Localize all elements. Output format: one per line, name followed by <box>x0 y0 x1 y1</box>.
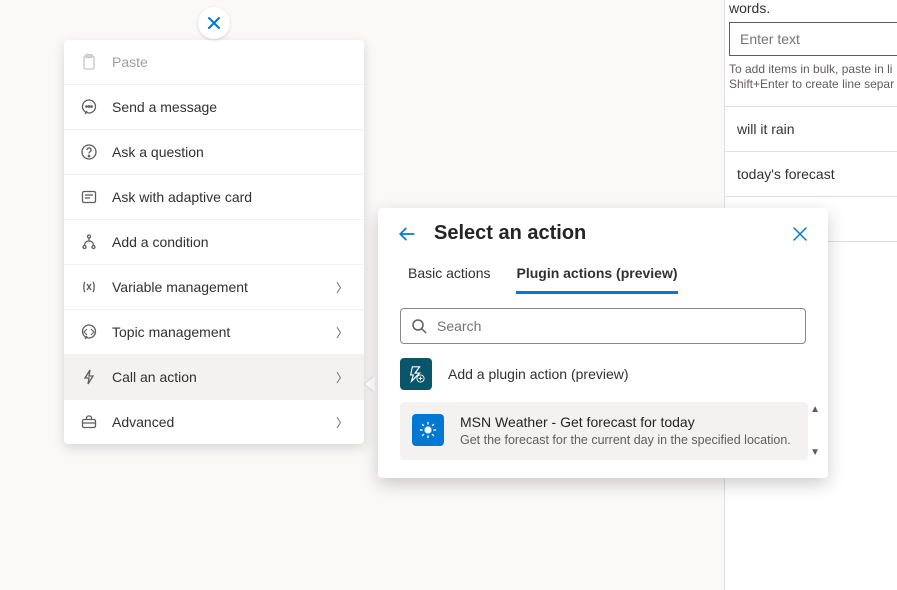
plugin-item-msn-weather[interactable]: MSN Weather - Get forecast for today Get… <box>400 402 808 460</box>
menu-item-label: Paste <box>112 54 348 70</box>
flyout-pointer <box>365 376 375 392</box>
chat-icon <box>80 98 98 116</box>
menu-item-topic[interactable]: Topic management 〉 <box>64 310 364 355</box>
side-small-1: To add items in bulk, paste in li <box>725 62 897 77</box>
trigger-phrase-item[interactable]: today's forecast <box>725 152 897 197</box>
variable-icon <box>80 278 98 296</box>
menu-item-branch[interactable]: Add a condition <box>64 220 364 265</box>
plugin-item-title: MSN Weather - Get forecast for today <box>460 414 791 430</box>
menu-item-label: Ask with adaptive card <box>112 189 348 205</box>
search-input-wrap[interactable] <box>400 308 806 344</box>
add-plugin-icon <box>400 358 432 390</box>
weather-icon <box>412 414 444 446</box>
menu-item-chat[interactable]: Send a message <box>64 85 364 130</box>
search-input[interactable] <box>435 317 795 335</box>
clipboard-icon <box>80 53 98 71</box>
chevron-right-icon: 〉 <box>336 324 348 341</box>
add-plugin-label: Add a plugin action (preview) <box>448 366 629 382</box>
menu-item-variable[interactable]: Variable management 〉 <box>64 265 364 310</box>
chevron-right-icon: 〉 <box>336 279 348 296</box>
menu-item-label: Add a condition <box>112 234 348 250</box>
close-node-button[interactable] <box>198 7 230 39</box>
topic-icon <box>80 323 98 341</box>
menu-item-label: Advanced <box>112 414 322 430</box>
flyout-title: Select an action <box>434 222 792 245</box>
menu-item-card[interactable]: Ask with adaptive card <box>64 175 364 220</box>
menu-item-clipboard: Paste <box>64 40 364 85</box>
branch-icon <box>80 233 98 251</box>
scroll-down-icon[interactable]: ▼ <box>810 447 820 458</box>
back-icon[interactable] <box>398 225 416 243</box>
menu-item-question[interactable]: Ask a question <box>64 130 364 175</box>
plugin-item-desc: Get the forecast for the current day in … <box>460 432 791 448</box>
close-icon <box>206 15 222 31</box>
menu-item-label: Variable management <box>112 279 322 295</box>
trigger-phrase-input[interactable] <box>729 22 897 56</box>
chevron-right-icon: 〉 <box>336 414 348 431</box>
menu-item-label: Topic management <box>112 324 322 340</box>
tab-basic-actions[interactable]: Basic actions <box>408 265 490 294</box>
question-icon <box>80 143 98 161</box>
menu-item-label: Send a message <box>112 99 348 115</box>
side-small-2: Shift+Enter to create line separ <box>725 77 897 92</box>
menu-item-flash[interactable]: Call an action 〉 <box>64 355 364 400</box>
scroll-up-icon[interactable]: ▲ <box>810 404 820 415</box>
add-plugin-action[interactable]: Add a plugin action (preview) <box>378 344 828 394</box>
card-icon <box>80 188 98 206</box>
close-icon[interactable] <box>792 226 808 242</box>
menu-item-label: Call an action <box>112 369 322 385</box>
tab-plugin-actions[interactable]: Plugin actions (preview) <box>516 265 677 294</box>
toolbox-icon <box>80 413 98 431</box>
flash-icon <box>80 368 98 386</box>
side-hint: words. <box>725 0 897 22</box>
search-icon <box>411 318 427 334</box>
chevron-right-icon: 〉 <box>336 369 348 386</box>
trigger-phrase-item[interactable]: will it rain <box>725 107 897 152</box>
add-node-menu: Paste Send a message Ask a question Ask wit… <box>64 40 364 444</box>
menu-item-label: Ask a question <box>112 144 348 160</box>
menu-item-toolbox[interactable]: Advanced 〉 <box>64 400 364 444</box>
select-action-flyout: Select an action Basic actions Plugin ac… <box>378 208 828 478</box>
